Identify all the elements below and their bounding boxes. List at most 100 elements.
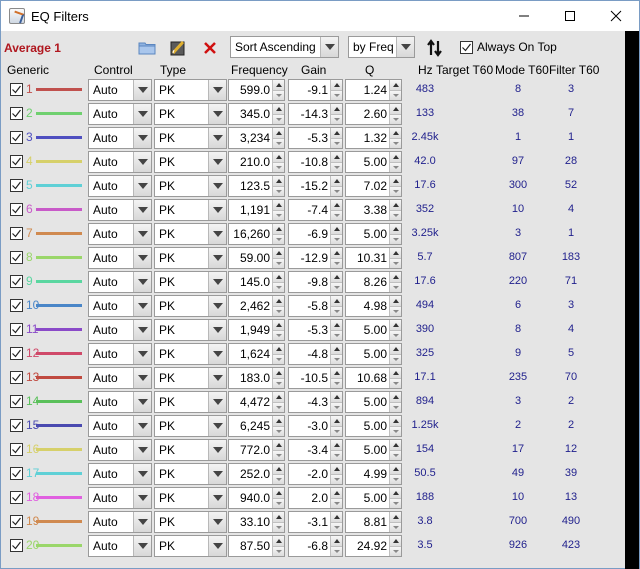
increment-button[interactable] xyxy=(273,512,284,522)
gain-value[interactable]: -15.2 xyxy=(289,176,330,196)
chevron-down-icon[interactable] xyxy=(133,536,151,556)
increment-button[interactable] xyxy=(390,440,401,450)
chevron-down-icon[interactable] xyxy=(208,104,226,124)
q-value[interactable]: 24.92 xyxy=(346,536,389,556)
filter-enabled-checkbox[interactable] xyxy=(10,275,23,288)
chevron-down-icon[interactable] xyxy=(208,416,226,436)
q-value[interactable]: 4.98 xyxy=(346,296,389,316)
frequency-value[interactable]: 1,624 xyxy=(229,344,272,364)
control-select[interactable]: Auto xyxy=(88,103,152,125)
filter-enabled-checkbox[interactable] xyxy=(10,419,23,432)
increment-button[interactable] xyxy=(273,272,284,282)
control-select[interactable]: Auto xyxy=(88,127,152,149)
decrement-button[interactable] xyxy=(331,161,342,172)
chevron-down-icon[interactable] xyxy=(133,176,151,196)
gain-spinner[interactable]: -5.3 xyxy=(288,127,343,149)
frequency-value[interactable]: 772.0 xyxy=(229,440,272,460)
q-value[interactable]: 5.00 xyxy=(346,392,389,412)
decrement-button[interactable] xyxy=(390,545,401,556)
increment-button[interactable] xyxy=(273,464,284,474)
decrement-button[interactable] xyxy=(331,521,342,532)
chevron-down-icon[interactable] xyxy=(133,368,151,388)
frequency-spinner[interactable]: 1,624 xyxy=(228,343,285,365)
increment-button[interactable] xyxy=(273,152,284,162)
q-value[interactable]: 10.31 xyxy=(346,248,389,268)
q-spinner[interactable]: 1.24 xyxy=(345,79,402,101)
q-value[interactable]: 7.02 xyxy=(346,176,389,196)
increment-button[interactable] xyxy=(331,296,342,306)
control-select[interactable]: Auto xyxy=(88,247,152,269)
gain-spinner[interactable]: -6.9 xyxy=(288,223,343,245)
type-select[interactable]: PK xyxy=(154,439,227,461)
chevron-down-icon[interactable] xyxy=(208,536,226,556)
frequency-spinner[interactable]: 3,234 xyxy=(228,127,285,149)
q-spinner[interactable]: 1.32 xyxy=(345,127,402,149)
sort-up-down-icon[interactable] xyxy=(426,39,444,57)
maximize-button[interactable] xyxy=(547,1,593,31)
increment-button[interactable] xyxy=(390,272,401,282)
frequency-value[interactable]: 59.00 xyxy=(229,248,272,268)
filter-enabled-checkbox[interactable] xyxy=(10,83,23,96)
frequency-value[interactable]: 6,245 xyxy=(229,416,272,436)
chevron-down-icon[interactable] xyxy=(133,392,151,412)
gain-value[interactable]: -12.9 xyxy=(289,248,330,268)
frequency-value[interactable]: 33.10 xyxy=(229,512,272,532)
frequency-spinner[interactable]: 145.0 xyxy=(228,271,285,293)
decrement-button[interactable] xyxy=(390,161,401,172)
frequency-value[interactable]: 145.0 xyxy=(229,272,272,292)
chevron-down-icon[interactable] xyxy=(208,512,226,532)
filter-enabled-checkbox[interactable] xyxy=(10,155,23,168)
decrement-button[interactable] xyxy=(390,473,401,484)
q-spinner[interactable]: 5.00 xyxy=(345,319,402,341)
filter-enabled-checkbox[interactable] xyxy=(10,251,23,264)
chevron-down-icon[interactable] xyxy=(208,296,226,316)
decrement-button[interactable] xyxy=(273,89,284,100)
q-value[interactable]: 4.99 xyxy=(346,464,389,484)
decrement-button[interactable] xyxy=(331,401,342,412)
q-value[interactable]: 3.38 xyxy=(346,200,389,220)
filter-enabled-checkbox[interactable] xyxy=(10,515,23,528)
increment-button[interactable] xyxy=(331,488,342,498)
filter-enabled-checkbox[interactable] xyxy=(10,371,23,384)
gain-spinner[interactable]: -15.2 xyxy=(288,175,343,197)
gain-spinner[interactable]: -3.1 xyxy=(288,511,343,533)
q-spinner[interactable]: 3.38 xyxy=(345,199,402,221)
increment-button[interactable] xyxy=(273,176,284,186)
frequency-spinner[interactable]: 345.0 xyxy=(228,103,285,125)
type-select[interactable]: PK xyxy=(154,271,227,293)
delete-icon[interactable] xyxy=(201,39,219,57)
gain-spinner[interactable]: -9.8 xyxy=(288,271,343,293)
frequency-spinner[interactable]: 33.10 xyxy=(228,511,285,533)
frequency-value[interactable]: 4,472 xyxy=(229,392,272,412)
q-spinner[interactable]: 24.92 xyxy=(345,535,402,557)
decrement-button[interactable] xyxy=(273,521,284,532)
decrement-button[interactable] xyxy=(273,233,284,244)
decrement-button[interactable] xyxy=(390,257,401,268)
increment-button[interactable] xyxy=(390,464,401,474)
frequency-spinner[interactable]: 6,245 xyxy=(228,415,285,437)
decrement-button[interactable] xyxy=(331,305,342,316)
gain-value[interactable]: -10.8 xyxy=(289,152,330,172)
type-select[interactable]: PK xyxy=(154,247,227,269)
control-select[interactable]: Auto xyxy=(88,463,152,485)
frequency-spinner[interactable]: 59.00 xyxy=(228,247,285,269)
type-select[interactable]: PK xyxy=(154,415,227,437)
chevron-down-icon[interactable] xyxy=(133,272,151,292)
gain-value[interactable]: -9.1 xyxy=(289,80,330,100)
increment-button[interactable] xyxy=(331,104,342,114)
type-select[interactable]: PK xyxy=(154,487,227,509)
decrement-button[interactable] xyxy=(331,113,342,124)
gain-value[interactable]: -4.8 xyxy=(289,344,330,364)
increment-button[interactable] xyxy=(331,200,342,210)
control-select[interactable]: Auto xyxy=(88,487,152,509)
increment-button[interactable] xyxy=(331,224,342,234)
chevron-down-icon[interactable] xyxy=(208,80,226,100)
always-on-top-toggle[interactable]: Always On Top xyxy=(460,40,557,54)
increment-button[interactable] xyxy=(390,176,401,186)
increment-button[interactable] xyxy=(273,296,284,306)
q-spinner[interactable]: 4.99 xyxy=(345,463,402,485)
increment-button[interactable] xyxy=(390,128,401,138)
decrement-button[interactable] xyxy=(390,209,401,220)
q-spinner[interactable]: 2.60 xyxy=(345,103,402,125)
gain-spinner[interactable]: -9.1 xyxy=(288,79,343,101)
